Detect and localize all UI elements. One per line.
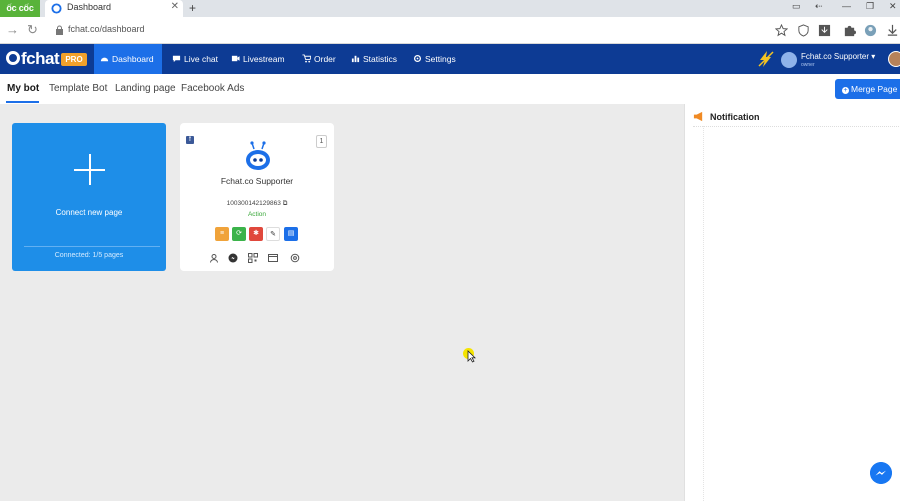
- screen-icon[interactable]: [268, 253, 278, 263]
- chat-icon: [172, 55, 181, 63]
- tab-template-bot[interactable]: Template Bot: [49, 83, 107, 94]
- url-field[interactable]: fchat.co/dashboard: [50, 20, 760, 41]
- nav-dashboard[interactable]: Dashboard: [94, 44, 162, 74]
- browser-tab-title: Dashboard: [67, 2, 112, 12]
- notification-timeline: [703, 126, 704, 501]
- close-window-icon[interactable]: ✕: [889, 1, 897, 12]
- shield-icon[interactable]: [797, 24, 810, 37]
- nav-livestream[interactable]: Livestream: [225, 44, 291, 74]
- app-header: fchat PRO Dashboard Live chat Livestream…: [0, 44, 900, 74]
- card-divider: [24, 246, 160, 247]
- window-menu-icon[interactable]: ▭: [792, 1, 801, 12]
- tab-landing-page[interactable]: Landing page: [115, 83, 176, 94]
- plus-icon: +: [842, 87, 849, 94]
- minimize-icon[interactable]: —: [842, 1, 851, 11]
- new-tab-icon[interactable]: +: [189, 0, 196, 16]
- message-action-button[interactable]: ▤: [284, 227, 298, 241]
- forward-arrow-icon[interactable]: →: [6, 22, 19, 37]
- copy-icon[interactable]: ⧉: [283, 200, 288, 207]
- notification-title: Notification: [710, 112, 760, 122]
- connect-new-page-label: Connect new page: [55, 208, 123, 217]
- page-id[interactable]: 100300142129863 ⧉: [180, 200, 334, 208]
- nav-settings[interactable]: Settings: [407, 44, 462, 74]
- browser-tab-dashboard[interactable]: Dashboard ✕: [45, 0, 183, 17]
- fchat-logo[interactable]: fchat: [6, 49, 60, 69]
- fchat-favicon-icon: [51, 3, 62, 14]
- nav-statistics[interactable]: Statistics: [345, 44, 403, 74]
- qr-code-icon[interactable]: [248, 253, 258, 263]
- profile-icon[interactable]: [864, 24, 877, 37]
- dashboard-icon: [100, 57, 109, 62]
- robot-avatar-icon: [246, 141, 270, 170]
- url-text: fchat.co/dashboard: [68, 24, 145, 34]
- user-photo-avatar[interactable]: [888, 51, 900, 67]
- user-name[interactable]: Fchat.co Supporter ▾: [801, 52, 875, 61]
- gear-icon: [413, 54, 422, 63]
- connect-new-page-card[interactable]: Connect new page Connected: 1/5 pages: [12, 123, 166, 271]
- back-arrow-icon[interactable]: ⇠: [815, 1, 823, 12]
- nav-order[interactable]: Order: [296, 44, 342, 74]
- tab-facebook-ads[interactable]: Facebook Ads: [181, 83, 244, 94]
- user-role: owner: [801, 62, 815, 68]
- messenger-icon[interactable]: [228, 253, 238, 263]
- cart-icon: [302, 54, 311, 63]
- user-avatar[interactable]: [781, 52, 797, 68]
- connected-pages-status: Connected: 1/5 pages: [54, 252, 124, 259]
- page-name: Fchat.co Supporter: [220, 176, 294, 186]
- browser-tab-strip: ốc cốc Dashboard ✕ + ▭ ⇠ — ❐ ✕: [0, 0, 900, 17]
- edit-action-button[interactable]: ✎: [266, 227, 280, 241]
- video-icon: [231, 55, 240, 62]
- notification-panel: Notification: [684, 104, 900, 501]
- pro-badge: PRO: [61, 53, 87, 66]
- lightning-bolt-icon[interactable]: [757, 50, 775, 68]
- messenger-chat-icon[interactable]: [870, 462, 892, 484]
- bar-chart-icon: [351, 55, 360, 63]
- notification-divider: [693, 126, 900, 127]
- star-icon[interactable]: [775, 24, 788, 37]
- page-count-badge[interactable]: 1: [316, 135, 327, 148]
- page-action-label: Action: [247, 211, 267, 218]
- sync-action-button[interactable]: ⟳: [232, 227, 246, 241]
- facebook-icon: f: [186, 136, 194, 144]
- browser-address-bar: → ↻ fchat.co/dashboard: [0, 17, 900, 44]
- merge-page-button[interactable]: + Merge Page: [835, 79, 900, 99]
- sub-tab-bar: My bot Template Bot Landing page Faceboo…: [0, 74, 900, 104]
- megaphone-icon: [693, 111, 703, 122]
- mouse-cursor-icon: [467, 350, 476, 363]
- browser-brand-badge[interactable]: ốc cốc: [0, 0, 40, 17]
- reload-icon[interactable]: ↻: [27, 22, 38, 38]
- download-icon[interactable]: [886, 24, 899, 37]
- bug-action-button[interactable]: ✱: [249, 227, 263, 241]
- active-tab-underline: [6, 101, 39, 103]
- settings-gear-icon[interactable]: [290, 253, 300, 263]
- user-icon[interactable]: [209, 253, 219, 263]
- lock-icon: [56, 25, 63, 35]
- tab-my-bot[interactable]: My bot: [7, 83, 39, 94]
- puzzle-icon[interactable]: [843, 24, 856, 37]
- download-extension-icon[interactable]: [818, 24, 831, 37]
- page-card: f 1 Fchat.co Supporter 100300142129863 ⧉…: [180, 123, 334, 271]
- close-tab-icon[interactable]: ✕: [171, 1, 179, 12]
- nav-live-chat[interactable]: Live chat: [166, 44, 224, 74]
- list-action-button[interactable]: ≡: [215, 227, 229, 241]
- maximize-icon[interactable]: ❐: [866, 1, 874, 12]
- plus-icon-vertical: [89, 154, 91, 185]
